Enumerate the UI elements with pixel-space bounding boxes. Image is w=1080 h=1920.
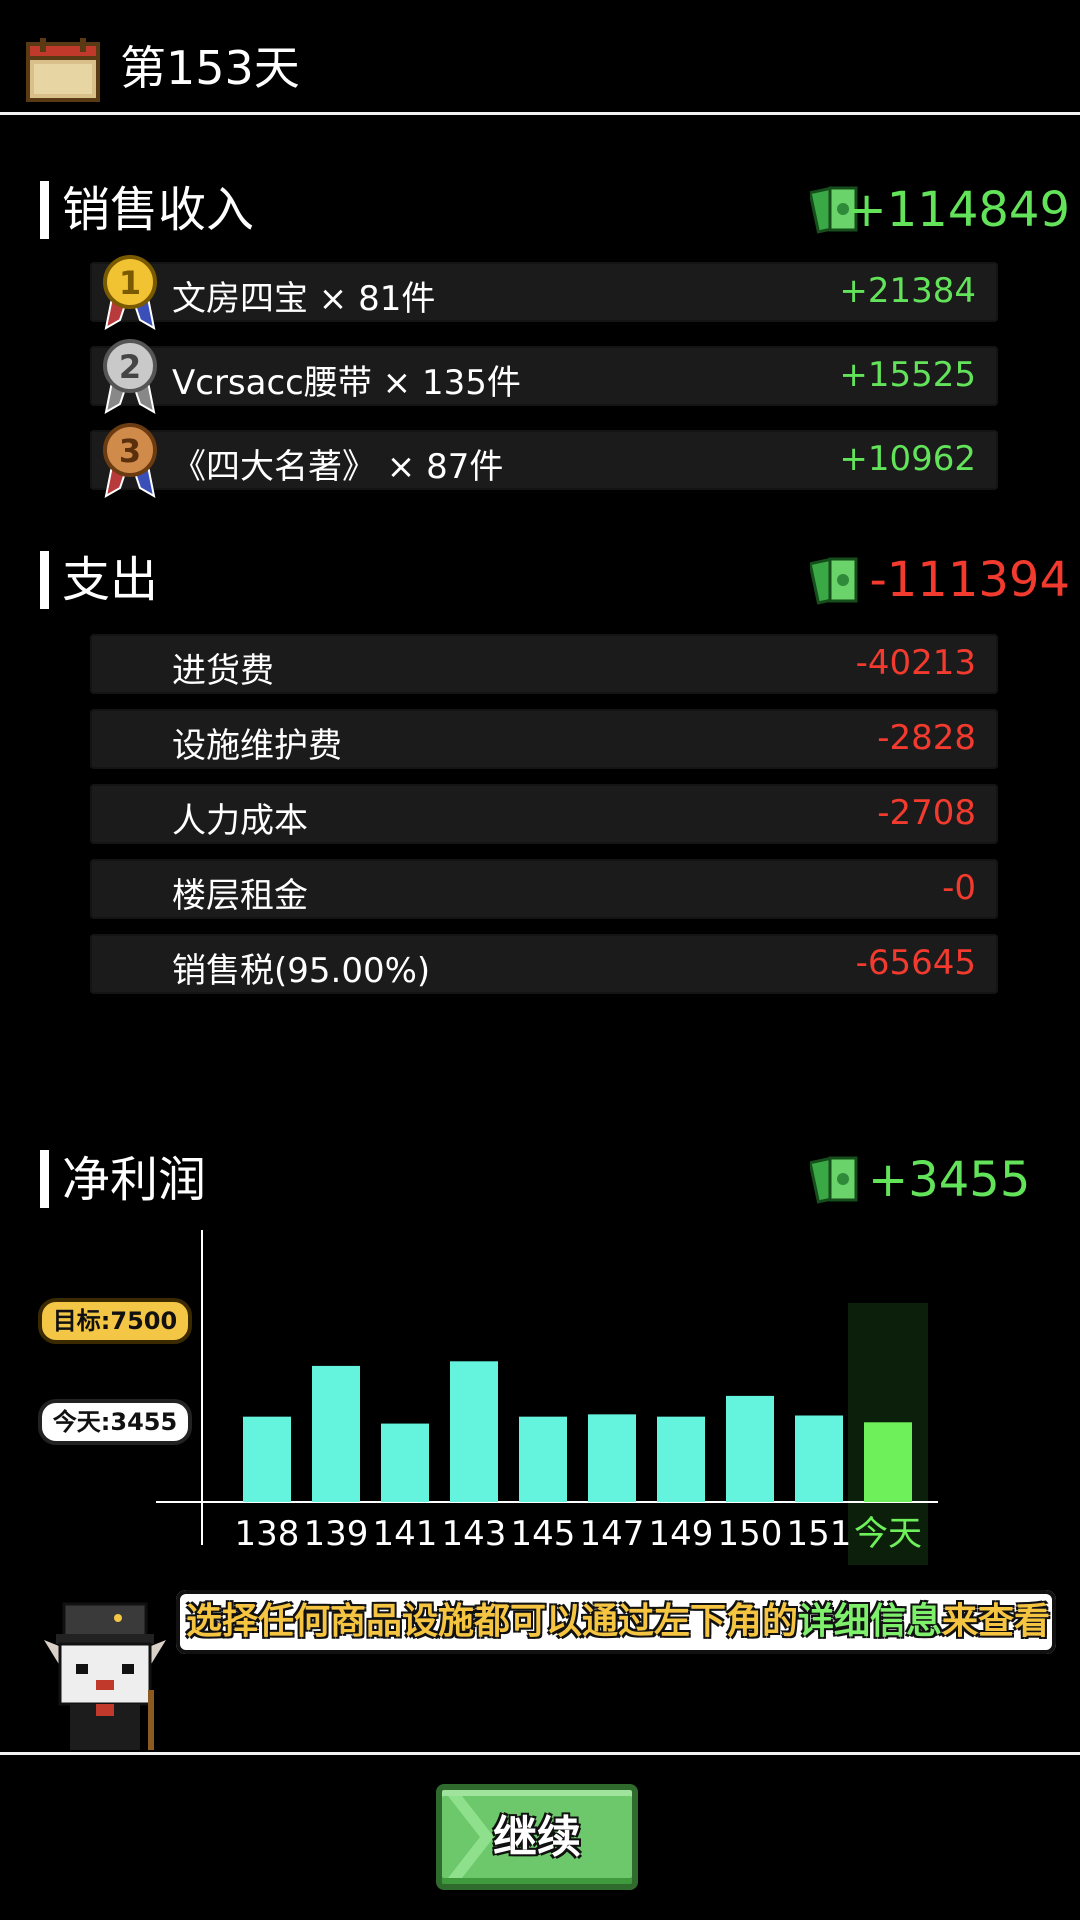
bar-day-138	[243, 1416, 291, 1502]
expense-label: 楼层租金	[172, 876, 308, 916]
expense-label: 销售税(95.00%)	[172, 951, 431, 991]
expense-row: 设施维护费 -2828	[90, 709, 998, 769]
sales-row: 3 《四大名著》 × 87件 +10962	[90, 423, 998, 498]
bar-day-147	[588, 1414, 636, 1502]
expense-value: -0	[942, 868, 976, 908]
sales-item-value: +10962	[839, 439, 976, 479]
continue-button-label: 继续	[493, 1812, 581, 1863]
section-marker	[40, 181, 49, 239]
x-tick-label: 145	[511, 1514, 576, 1554]
sales-item-label: Vcrsacc腰带 × 135件	[172, 363, 521, 403]
expense-label: 进货费	[172, 651, 274, 691]
x-tick-label: 150	[718, 1514, 783, 1554]
bar-day-143	[450, 1361, 498, 1502]
silver-medal-icon: 2	[103, 339, 157, 414]
expense-row: 人力成本 -2708	[90, 784, 998, 844]
sales-total: +114849	[846, 182, 1070, 238]
svg-text:2: 2	[119, 348, 141, 386]
cat-mascot-icon	[44, 1602, 166, 1750]
bar-today	[864, 1422, 912, 1502]
x-tick-label: 149	[649, 1514, 714, 1554]
section-marker	[40, 551, 49, 609]
x-tick-label: 143	[442, 1514, 507, 1554]
sales-item-value: +21384	[839, 271, 976, 311]
x-tick-label: 141	[373, 1514, 438, 1554]
profit-chart: 138 139 141 143 145 147 149 150 151 今天	[156, 1230, 938, 1565]
bronze-medal-icon: 3	[103, 423, 157, 498]
expense-value: -2708	[877, 793, 976, 833]
tip-text-part: 来查看	[942, 1601, 1051, 1642]
x-tick-label: 151	[787, 1514, 852, 1554]
bar-day-139	[312, 1365, 360, 1502]
sales-title: 销售收入	[62, 182, 255, 238]
expense-value: -65645	[855, 943, 976, 983]
money-icon	[810, 1156, 858, 1204]
x-tick-label: 147	[580, 1514, 645, 1554]
expense-row: 销售税(95.00%) -65645	[90, 934, 998, 994]
sales-item-label: 文房四宝 × 81件	[172, 279, 436, 319]
profit-title: 净利润	[62, 1152, 207, 1208]
day-title: 第153天	[120, 41, 300, 95]
bar-day-149	[657, 1416, 705, 1502]
expense-value: -2828	[877, 718, 976, 758]
tip-highlight: 详细信息	[798, 1601, 943, 1642]
expenses-total: -111394	[869, 552, 1070, 608]
sales-row: 2 Vcrsacc腰带 × 135件 +15525	[90, 339, 998, 414]
gold-medal-icon: 1	[103, 255, 157, 330]
tip-text: 选择任何商品设施都可以通过左下角的详细信息来查看	[186, 1598, 1050, 1646]
sales-item-value: +15525	[839, 355, 976, 395]
svg-text:3: 3	[119, 432, 141, 470]
sales-item-label: 《四大名著》 × 87件	[172, 447, 504, 487]
x-tick-label: 今天	[854, 1514, 922, 1554]
bar-day-141	[381, 1423, 429, 1502]
tip-bubble: 选择任何商品设施都可以通过左下角的详细信息来查看	[176, 1590, 1056, 1654]
money-icon	[810, 557, 858, 605]
x-tick-label: 139	[304, 1514, 369, 1554]
bar-day-150	[726, 1395, 774, 1502]
sales-row: 1 文房四宝 × 81件 +21384	[90, 255, 998, 330]
x-tick-label: 138	[235, 1514, 300, 1554]
expenses-title: 支出	[62, 552, 159, 608]
expense-row: 楼层租金 -0	[90, 859, 998, 919]
bar-day-145	[519, 1416, 567, 1502]
profit-total: +3455	[868, 1152, 1031, 1208]
expense-label: 人力成本	[172, 801, 308, 841]
tip-text-part: 选择任何商品设施都可以通过左下角的	[186, 1601, 799, 1642]
expense-value: -40213	[855, 643, 976, 683]
bar-day-151	[795, 1415, 843, 1502]
expense-label: 设施维护费	[172, 726, 342, 766]
svg-text:1: 1	[119, 264, 141, 302]
section-marker	[40, 1150, 49, 1208]
footer-divider	[0, 1752, 1080, 1755]
expense-row: 进货费 -40213	[90, 634, 998, 694]
calendar-icon	[26, 38, 100, 102]
